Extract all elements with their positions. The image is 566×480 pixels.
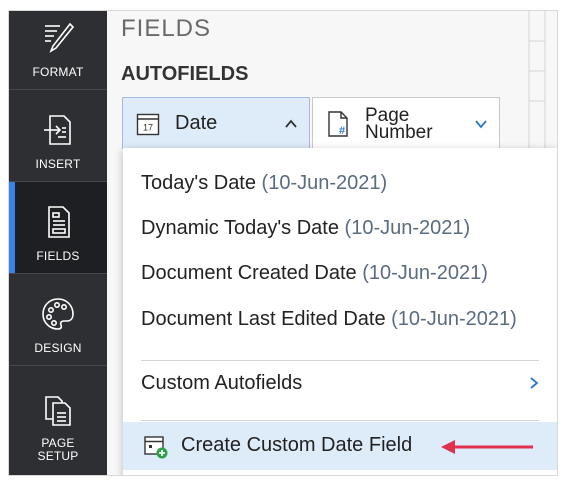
menu-separator	[141, 420, 539, 421]
chevron-right-icon	[530, 377, 539, 389]
sidebar-item-insert[interactable]: INSERT	[9, 90, 107, 181]
date-dropdown-menu: Today's Date (10-Jun-2021) Dynamic Today…	[123, 148, 557, 475]
sidebar-item-label: FIELDS	[36, 249, 80, 263]
sidebar-item-label: INSERT	[35, 157, 81, 171]
app-window: FORMAT INSERT FIELDS DESIGN PAGE SETUP F…	[8, 10, 558, 476]
palette-icon	[42, 298, 74, 330]
menu-item-date-value: (10-Jun-2021)	[391, 308, 517, 330]
menu-item-document-created-date[interactable]: Document Created Date (10-Jun-2021)	[141, 262, 488, 285]
sidebar-item-label: FORMAT	[32, 65, 84, 79]
date-button-label: Date	[175, 112, 218, 134]
sidebar-item-page-setup[interactable]: PAGE SETUP	[9, 366, 107, 475]
calendar-add-icon	[144, 436, 168, 459]
sidebar-item-design[interactable]: DESIGN	[9, 274, 107, 365]
sidebar-item-format[interactable]: FORMAT	[9, 11, 107, 89]
sidebar-item-label: DESIGN	[34, 341, 82, 355]
section-heading: AUTOFIELDS	[121, 63, 249, 85]
page-number-icon: #	[328, 111, 348, 137]
panel-title: FIELDS	[121, 15, 212, 42]
insert-icon	[44, 115, 71, 145]
menu-item-todays-date[interactable]: Today's Date (10-Jun-2021)	[141, 172, 387, 195]
create-custom-date-field-item[interactable]: Create Custom Date Field	[123, 422, 557, 470]
chevron-down-icon	[475, 120, 487, 129]
menu-item-custom-autofields[interactable]: Custom Autofields	[141, 372, 541, 395]
svg-text:#: #	[339, 125, 345, 137]
sidebar: FORMAT INSERT FIELDS DESIGN PAGE SETUP	[9, 11, 107, 475]
ruler-lines	[528, 11, 546, 151]
sidebar-item-label: PAGE SETUP	[37, 436, 79, 463]
menu-item-dynamic-todays-date[interactable]: Dynamic Today's Date (10-Jun-2021)	[141, 217, 470, 240]
page-setup-icon	[45, 396, 71, 426]
menu-item-date-value: (10-Jun-2021)	[261, 172, 388, 194]
page-number-label-line2: Number	[365, 122, 433, 143]
menu-item-document-last-edited-date[interactable]: Document Last Edited Date (10-Jun-2021)	[141, 308, 517, 331]
fields-icon	[48, 206, 70, 238]
pointer-arrow-icon	[441, 440, 533, 454]
menu-separator	[141, 360, 539, 361]
chevron-up-icon	[285, 119, 297, 128]
page-number-dropdown-button[interactable]: # Page Number	[312, 97, 500, 149]
calendar-icon: 17	[136, 113, 160, 136]
create-custom-date-field-label: Create Custom Date Field	[181, 434, 413, 456]
menu-item-date-value: (10-Jun-2021)	[362, 262, 488, 284]
svg-text:17: 17	[143, 123, 153, 133]
format-pen-icon	[45, 22, 75, 53]
menu-item-date-value: (10-Jun-2021)	[344, 217, 471, 239]
date-dropdown-button[interactable]: 17 Date	[122, 97, 310, 149]
sidebar-item-fields[interactable]: FIELDS	[9, 182, 107, 273]
